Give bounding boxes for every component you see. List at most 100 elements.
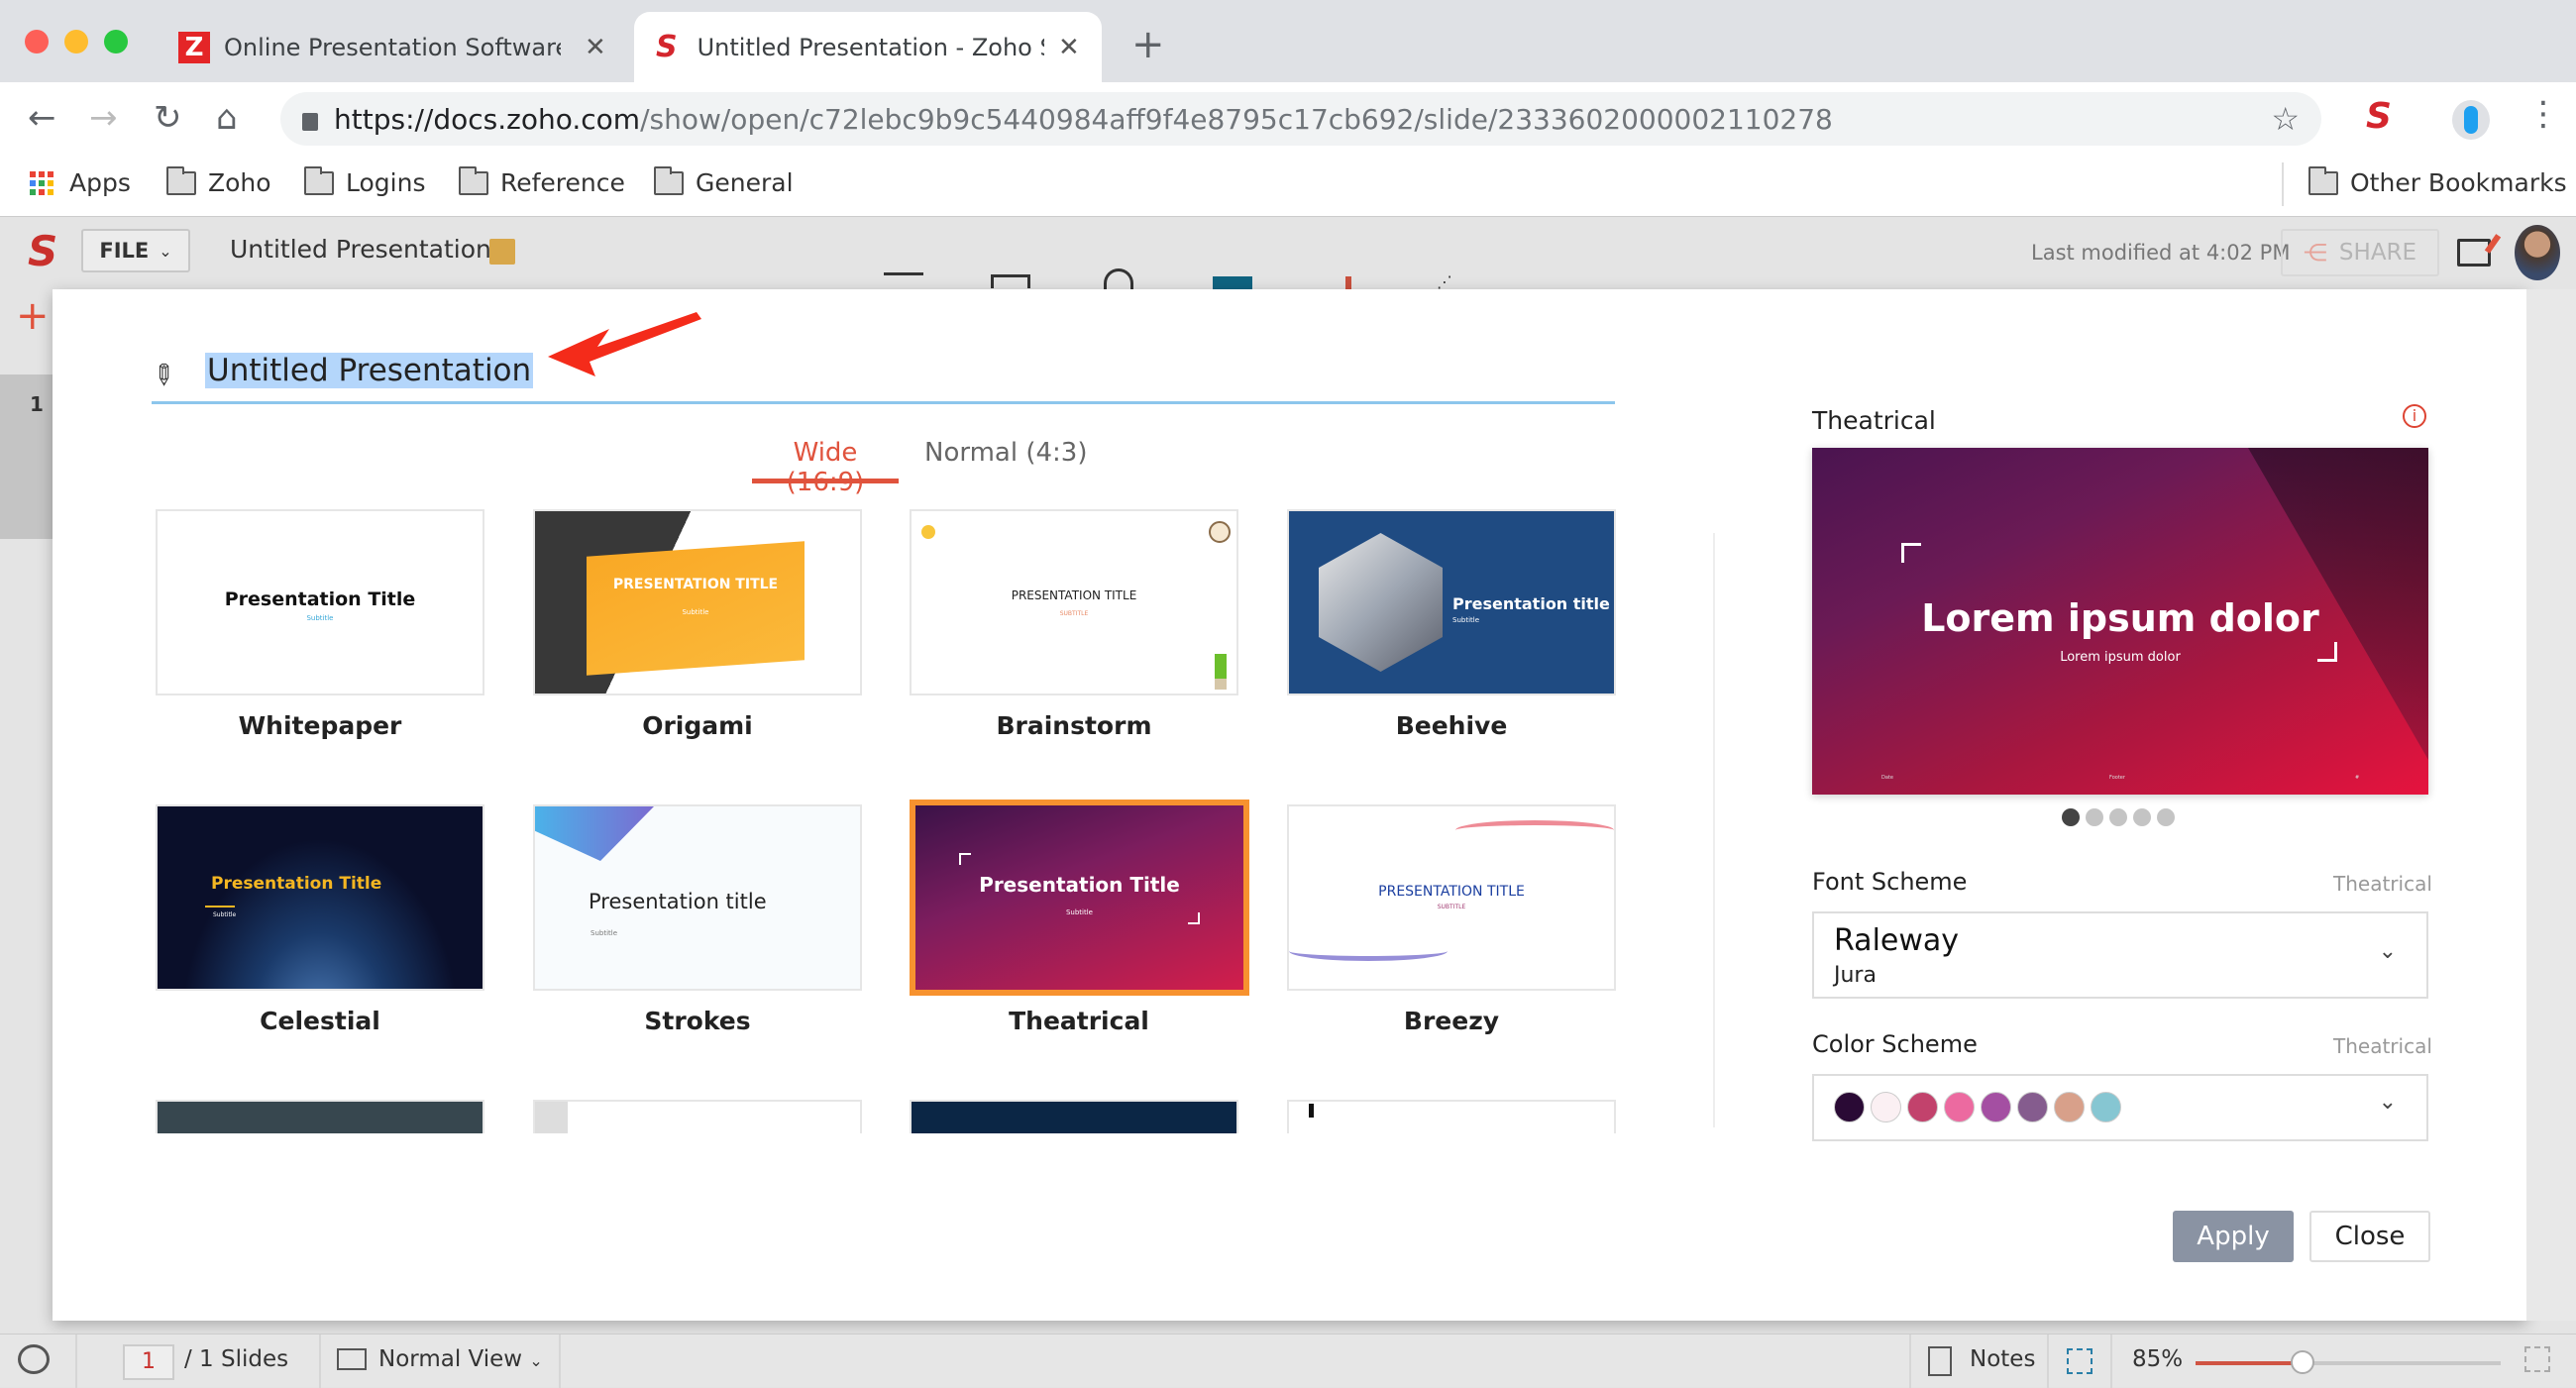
pagination-dot[interactable] bbox=[2086, 808, 2103, 826]
color-swatch bbox=[1981, 1092, 2011, 1122]
close-tab-icon[interactable]: ✕ bbox=[585, 33, 606, 62]
address-bar-row: ← → ↻ ⌂ https://docs.zoho.com/show/open/… bbox=[0, 82, 2576, 155]
home-icon[interactable]: ⌂ bbox=[216, 98, 238, 138]
shape-tool-icon[interactable] bbox=[991, 274, 1030, 288]
minimize-window-button[interactable] bbox=[64, 30, 88, 53]
plant-icon bbox=[1215, 654, 1227, 690]
chart-tool-icon[interactable] bbox=[1345, 276, 1351, 289]
browser-menu-icon[interactable]: ⋮ bbox=[2526, 94, 2560, 134]
theme-card-whitepaper[interactable]: Presentation Title Subtitle bbox=[156, 509, 484, 695]
user-avatar[interactable] bbox=[2515, 225, 2560, 280]
theme-dialog: ✎ Untitled Presentation Wide (16:9) Norm… bbox=[53, 289, 2526, 1321]
chat-icon[interactable] bbox=[18, 1344, 50, 1374]
close-window-button[interactable] bbox=[25, 30, 49, 53]
slide-thumbnail-panel[interactable]: 1 bbox=[0, 374, 53, 539]
thumb-title: Presentation title bbox=[1452, 594, 1610, 613]
color-swatch bbox=[2017, 1092, 2048, 1122]
file-menu-button[interactable]: FILE ⌄ bbox=[81, 229, 190, 272]
zoho-show-extension-icon[interactable]: S bbox=[2366, 96, 2392, 137]
browser-tab-active[interactable]: S Untitled Presentation - Zoho Sl ✕ bbox=[634, 12, 1102, 82]
tab-normal[interactable]: Normal (4:3) bbox=[924, 428, 1087, 483]
pagination-dot[interactable] bbox=[2133, 808, 2151, 826]
new-tab-button[interactable]: + bbox=[1131, 22, 1165, 67]
color-swatch bbox=[2091, 1092, 2121, 1122]
theme-name: Beehive bbox=[1395, 711, 1508, 740]
slide-number: 1 bbox=[30, 392, 44, 416]
zoom-slider-handle[interactable] bbox=[2290, 1350, 2314, 1374]
reload-icon[interactable]: ↻ bbox=[154, 98, 182, 138]
info-icon[interactable]: i bbox=[2403, 404, 2426, 428]
forward-icon[interactable]: → bbox=[89, 98, 118, 138]
feedback-icon[interactable] bbox=[2457, 234, 2502, 267]
pagination-dot[interactable] bbox=[2109, 808, 2127, 826]
other-bookmarks[interactable]: Other Bookmarks bbox=[2308, 165, 2567, 197]
move-to-folder-icon[interactable] bbox=[489, 239, 515, 265]
preview-footer: Footer bbox=[2109, 775, 2125, 781]
bookmark-label: Zoho bbox=[208, 168, 271, 197]
font-scheme-source: Theatrical bbox=[2333, 872, 2432, 896]
zoho-show-logo[interactable]: S bbox=[28, 227, 57, 275]
close-tab-icon[interactable]: ✕ bbox=[1058, 33, 1080, 62]
bookmark-folder-logins[interactable]: Logins bbox=[304, 165, 426, 197]
current-slide-input[interactable]: 1 bbox=[123, 1344, 174, 1380]
thumb-title: PRESENTATION TITLE bbox=[612, 577, 779, 592]
url-input[interactable]: https://docs.zoho.com/show/open/c72lebc9… bbox=[280, 92, 2321, 146]
browser-tab[interactable]: Z Online Presentation Software | ✕ bbox=[168, 12, 624, 82]
status-bar: 1 / 1 Slides Normal View ⌄ Notes 85% bbox=[0, 1334, 2576, 1388]
zoom-level: 85% bbox=[2132, 1346, 2184, 1372]
theme-card-breezy[interactable]: PRESENTATION TITLE SUBTITLE bbox=[1287, 804, 1616, 991]
color-swatch bbox=[1944, 1092, 1975, 1122]
lightbulb-icon bbox=[921, 525, 935, 539]
bookmark-label: Other Bookmarks bbox=[2350, 168, 2567, 197]
back-icon[interactable]: ← bbox=[28, 98, 56, 138]
annotation-arrow bbox=[548, 312, 701, 376]
document-title[interactable]: Untitled Presentation bbox=[230, 235, 491, 264]
zoho-z-icon: Z bbox=[178, 31, 210, 63]
folder-icon bbox=[304, 165, 334, 195]
theme-card-origami[interactable]: PRESENTATION TITLE Subtitle bbox=[533, 509, 862, 695]
theme-card-brainstorm[interactable]: PRESENTATION TITLE SUBTITLE bbox=[910, 509, 1238, 695]
theme-card-partial[interactable] bbox=[910, 1100, 1238, 1133]
bookmark-folder-general[interactable]: General bbox=[654, 165, 794, 197]
profile-avatar-icon[interactable] bbox=[2452, 100, 2490, 140]
pagination-dot[interactable] bbox=[2157, 808, 2175, 826]
share-icon: ⋲ bbox=[2303, 239, 2327, 267]
add-slide-icon[interactable]: + bbox=[16, 293, 50, 339]
browser-tab-bar: Z Online Presentation Software | ✕ S Unt… bbox=[0, 0, 2576, 82]
line-tool-icon[interactable] bbox=[884, 272, 923, 280]
presentation-title-input[interactable]: Untitled Presentation bbox=[152, 347, 1615, 404]
pagination-dot[interactable] bbox=[2062, 808, 2080, 826]
theme-card-celestial[interactable]: Presentation Title Subtitle bbox=[156, 804, 484, 991]
theme-card-theatrical-selected[interactable]: Presentation Title Subtitle bbox=[910, 800, 1249, 996]
fit-to-window-icon[interactable] bbox=[2524, 1346, 2550, 1372]
color-scheme-dropdown[interactable]: ⌄ bbox=[1812, 1074, 2428, 1141]
chevron-down-icon: ⌄ bbox=[2378, 939, 2397, 964]
body-font: Jura bbox=[1834, 963, 1877, 988]
theme-card-partial[interactable] bbox=[533, 1100, 862, 1133]
heading-font: Raleway bbox=[1834, 923, 1960, 958]
tab-wide[interactable]: Wide (16:9) bbox=[752, 428, 899, 497]
bookmark-star-icon[interactable]: ☆ bbox=[2271, 100, 2300, 138]
bookmark-apps[interactable]: Apps bbox=[30, 168, 131, 197]
notes-button[interactable]: Notes bbox=[1970, 1346, 2035, 1372]
theme-card-strokes[interactable]: Presentation title Subtitle bbox=[533, 804, 862, 991]
font-scheme-dropdown[interactable]: Raleway Jura ⌄ bbox=[1812, 911, 2428, 999]
chevron-down-icon: ⌄ bbox=[159, 241, 172, 261]
theme-card-beehive[interactable]: Presentation title Subtitle bbox=[1287, 509, 1616, 695]
bookmark-folder-reference[interactable]: Reference bbox=[459, 165, 625, 197]
theme-card-partial[interactable] bbox=[156, 1100, 484, 1133]
color-swatches bbox=[1834, 1092, 2121, 1122]
bookmark-label: Logins bbox=[346, 168, 426, 197]
zoom-slider[interactable] bbox=[2196, 1350, 2501, 1374]
theme-card-partial[interactable] bbox=[1287, 1100, 1616, 1133]
url-host: https://docs.zoho.com bbox=[334, 102, 641, 136]
close-button[interactable]: Close bbox=[2309, 1211, 2430, 1262]
view-mode-dropdown[interactable]: Normal View ⌄ bbox=[378, 1346, 543, 1372]
apply-button[interactable]: Apply bbox=[2173, 1211, 2294, 1262]
slide-count: / 1 Slides bbox=[184, 1346, 289, 1372]
maximize-window-button[interactable] bbox=[104, 30, 128, 53]
table-tool-icon[interactable] bbox=[1213, 276, 1252, 289]
bookmark-folder-zoho[interactable]: Zoho bbox=[166, 165, 271, 197]
fit-slide-icon[interactable] bbox=[2067, 1348, 2093, 1374]
share-button[interactable]: ⋲ SHARE bbox=[2281, 229, 2439, 276]
